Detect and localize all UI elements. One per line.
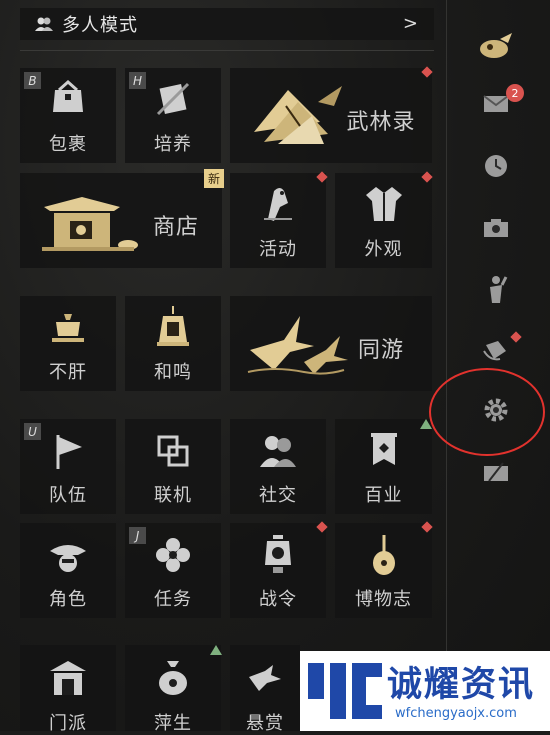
gate-icon bbox=[48, 659, 88, 701]
tile-row6-money[interactable]: 萍生 bbox=[125, 645, 221, 734]
people-icon bbox=[34, 15, 54, 33]
tile-battlepass[interactable]: 战令 bbox=[230, 523, 326, 618]
flower-icon bbox=[155, 537, 191, 577]
tile-wulinlu[interactable]: 武林录 bbox=[230, 68, 432, 163]
hide-ui-icon bbox=[483, 461, 509, 487]
multiplayer-mode-header[interactable]: 多人模式 > bbox=[20, 8, 434, 40]
figure-pose-icon bbox=[484, 275, 508, 309]
tile-quest[interactable]: J 任务 bbox=[125, 523, 221, 618]
tile-buqian[interactable]: 不肝 bbox=[20, 296, 116, 391]
pipa-icon bbox=[367, 533, 401, 581]
people-icon bbox=[258, 433, 298, 473]
teacup-icon bbox=[48, 308, 88, 350]
helmet-icon bbox=[48, 537, 88, 577]
tile-label: 同游 bbox=[357, 338, 404, 363]
mail-icon bbox=[483, 95, 509, 117]
watermark-url: wfchengyaojx.com bbox=[395, 706, 517, 721]
sidebar-clock-button[interactable] bbox=[476, 148, 516, 188]
watermark-logo bbox=[306, 659, 384, 727]
hotkey-badge: J bbox=[129, 527, 146, 544]
tile-label: 任务 bbox=[154, 589, 192, 610]
lantern-icon bbox=[261, 533, 295, 579]
money-bag-icon bbox=[155, 657, 191, 701]
watermark-brand: 诚耀资讯 bbox=[387, 665, 536, 705]
sidebar-screenshot-off-button[interactable] bbox=[476, 454, 516, 494]
flag-icon bbox=[50, 433, 86, 475]
link-squares-icon bbox=[155, 433, 191, 473]
robe-icon bbox=[364, 185, 404, 227]
up-indicator bbox=[210, 645, 222, 655]
tile-appearance[interactable]: 外观 bbox=[335, 173, 432, 268]
sidebar-mount-button[interactable] bbox=[476, 28, 516, 68]
shop-building-icon bbox=[40, 193, 140, 259]
tile-bag[interactable]: B 包裹 bbox=[20, 68, 116, 163]
tile-label: 外观 bbox=[364, 239, 403, 260]
tile-label: 培养 bbox=[154, 134, 192, 155]
tile-train[interactable]: H 培养 bbox=[125, 68, 221, 163]
tile-row6-bounty[interactable]: 悬赏 bbox=[230, 645, 300, 734]
dove-icon bbox=[247, 663, 283, 697]
tile-shop[interactable]: 商店 bbox=[20, 173, 222, 268]
tile-label: 博物志 bbox=[355, 589, 412, 610]
tile-label: 联机 bbox=[154, 485, 192, 506]
tile-row6-sect[interactable]: 门派 bbox=[20, 645, 116, 734]
sidebar-pose-button[interactable] bbox=[476, 272, 516, 312]
tile-hemin[interactable]: 和鸣 bbox=[125, 296, 221, 391]
hotkey-badge: B bbox=[24, 72, 41, 89]
tile-label: 萍生 bbox=[154, 713, 192, 734]
banner-icon bbox=[367, 431, 401, 475]
tile-baiye[interactable]: 百业 bbox=[335, 419, 432, 514]
tile-social[interactable]: 社交 bbox=[230, 419, 326, 514]
tile-label: 武林录 bbox=[346, 110, 416, 135]
tile-online[interactable]: 联机 bbox=[125, 419, 221, 514]
header-title: 多人模式 bbox=[62, 15, 138, 36]
camera-icon bbox=[483, 218, 509, 242]
tile-label: 活动 bbox=[259, 239, 297, 260]
tile-label: 队伍 bbox=[49, 485, 87, 506]
bird-icon bbox=[258, 183, 298, 227]
sidebar-gesture-button[interactable] bbox=[476, 332, 516, 372]
tile-label: 不肝 bbox=[49, 362, 87, 383]
hotkey-badge: U bbox=[24, 423, 41, 440]
hotkey-badge: H bbox=[129, 72, 146, 89]
scroll-sword-icon bbox=[154, 80, 192, 122]
tile-label: 商店 bbox=[152, 215, 199, 240]
hand-card-icon bbox=[482, 337, 510, 367]
tile-label: 百业 bbox=[364, 485, 403, 506]
cranes-icon bbox=[244, 310, 354, 382]
clock-icon bbox=[483, 153, 509, 183]
tile-label: 社交 bbox=[259, 485, 297, 506]
tile-label: 战令 bbox=[259, 589, 297, 610]
mail-count-badge: 2 bbox=[506, 84, 524, 102]
highlight-circle bbox=[429, 368, 545, 456]
tile-label: 角色 bbox=[49, 589, 87, 610]
tile-activity[interactable]: 活动 bbox=[230, 173, 326, 268]
tile-label: 门派 bbox=[49, 713, 87, 734]
tile-label: 和鸣 bbox=[154, 362, 192, 383]
sidebar-divider bbox=[446, 0, 447, 731]
tile-label: 包裹 bbox=[49, 134, 87, 155]
tile-tongyou[interactable]: 同游 bbox=[230, 296, 432, 391]
tile-museum[interactable]: 博物志 bbox=[335, 523, 432, 618]
new-badge: 新 bbox=[204, 169, 225, 188]
tile-team[interactable]: U 队伍 bbox=[20, 419, 116, 514]
chevron-right-icon: > bbox=[402, 13, 418, 34]
tile-label: 悬赏 bbox=[246, 713, 284, 734]
tile-character[interactable]: 角色 bbox=[20, 523, 116, 618]
book-fan-icon bbox=[248, 82, 344, 156]
horse-lantern-icon bbox=[478, 31, 514, 65]
divider bbox=[20, 50, 434, 51]
sidebar-camera-button[interactable] bbox=[476, 210, 516, 250]
bell-tower-icon bbox=[153, 304, 193, 352]
bag-icon bbox=[49, 79, 87, 120]
